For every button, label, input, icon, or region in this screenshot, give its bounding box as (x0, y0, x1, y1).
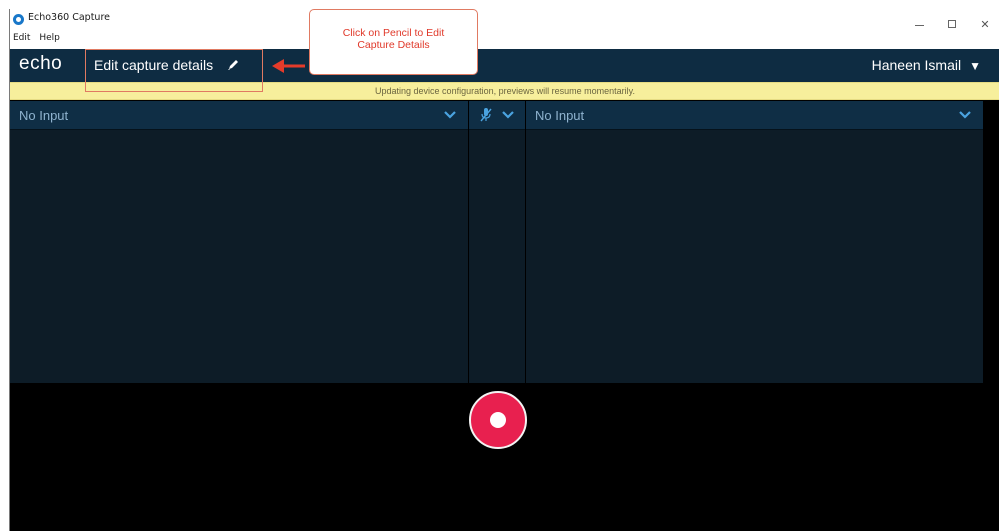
preview-panels: No Input No Input (10, 101, 983, 383)
echo360-logo: echo (19, 54, 62, 73)
minimize-button[interactable] (905, 17, 935, 33)
menu-help[interactable]: Help (39, 33, 60, 43)
menu-bar: Edit Help (13, 33, 66, 43)
annotation-callout-line1: Click on Pencil to Edit (342, 27, 445, 39)
video-source-label-right: No Input (535, 108, 585, 123)
window-title: Echo360 Capture (28, 12, 110, 23)
video-source-label-left: No Input (19, 108, 69, 123)
record-button[interactable] (469, 391, 527, 449)
status-banner-text: Updating device configuration, previews … (375, 86, 635, 96)
user-menu-button[interactable]: Haneen Ismail ▼ (872, 57, 981, 73)
maximize-icon (948, 20, 956, 28)
microphone-muted-icon[interactable] (479, 107, 493, 123)
chevron-down-icon[interactable] (502, 110, 514, 120)
echo360-app-icon (13, 14, 24, 25)
video-source-select-right[interactable]: No Input (526, 101, 983, 130)
user-name: Haneen Ismail (871, 57, 962, 73)
video-preview-right: No Input (526, 101, 983, 383)
title-bar: Echo360 Capture Edit Help ✕ (10, 9, 999, 49)
close-button[interactable]: ✕ (970, 17, 999, 33)
video-source-select-left[interactable]: No Input (10, 101, 468, 130)
annotation-highlight-box (85, 49, 263, 92)
record-icon (490, 412, 506, 428)
annotation-callout: Click on Pencil to Edit Capture Details (309, 9, 478, 75)
minimize-icon (915, 25, 924, 26)
maximize-button[interactable] (938, 17, 968, 33)
audio-panel (469, 101, 525, 383)
audio-source-select[interactable] (469, 101, 525, 130)
video-preview-left: No Input (10, 101, 468, 383)
annotation-callout-line2: Capture Details (357, 39, 430, 51)
chevron-down-icon[interactable] (444, 110, 456, 120)
logo-text: echo (19, 53, 63, 74)
annotation-arrow-icon (272, 59, 305, 73)
chevron-down-icon[interactable] (959, 110, 971, 120)
caret-down-icon: ▼ (969, 59, 981, 73)
menu-edit[interactable]: Edit (13, 33, 30, 43)
